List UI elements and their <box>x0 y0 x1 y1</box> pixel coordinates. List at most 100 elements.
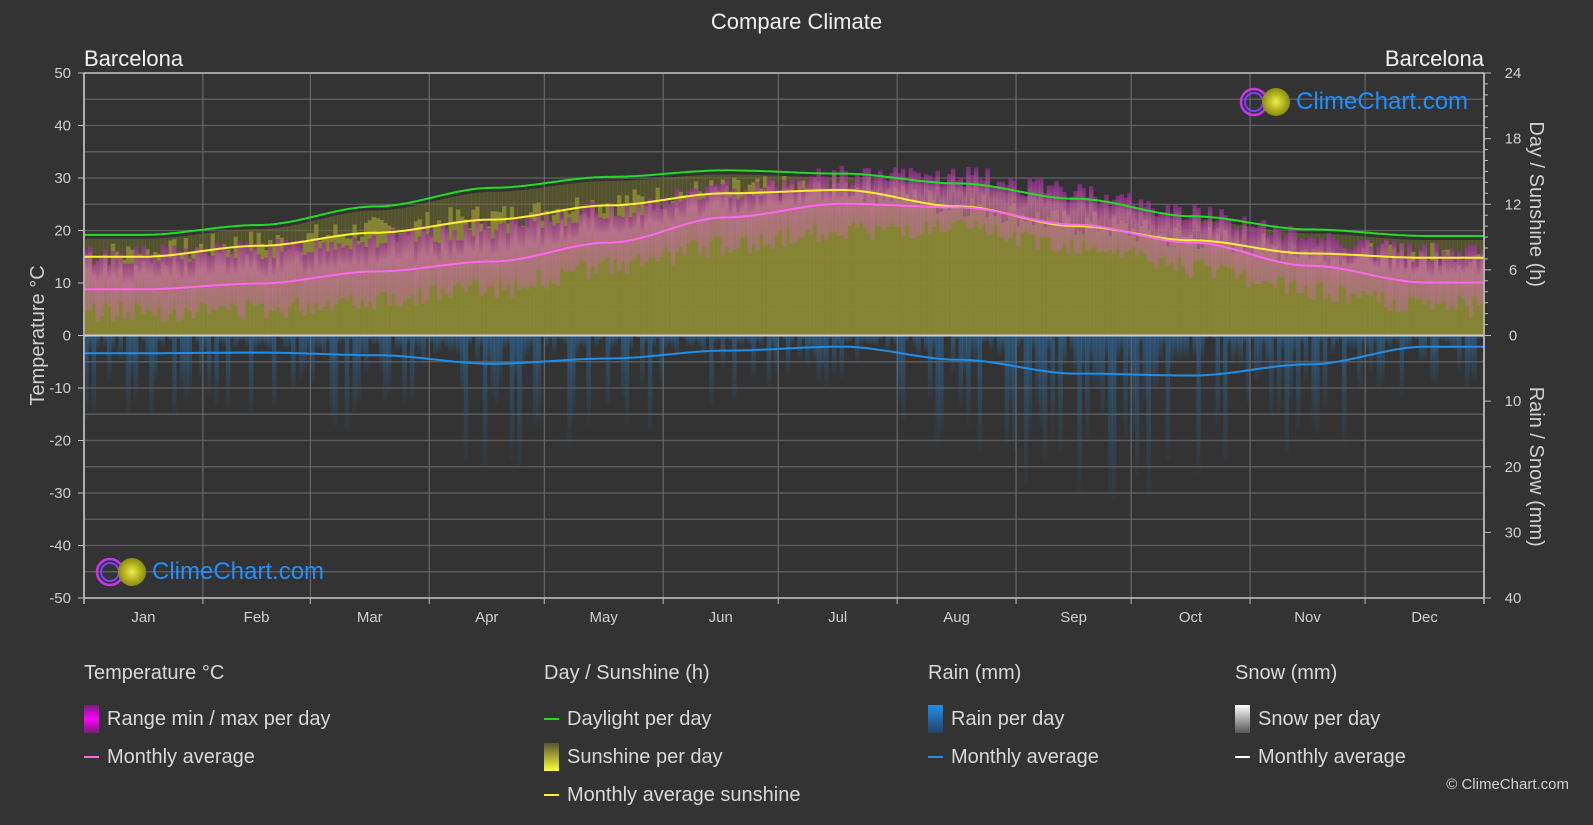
rain-bar <box>1146 335 1151 496</box>
temp-range-bar <box>525 216 530 290</box>
temp-range-bar <box>456 240 461 283</box>
rain-bar <box>667 335 672 346</box>
rain-bar <box>1296 335 1301 431</box>
temp-range-bar <box>567 217 572 272</box>
temp-range-bar <box>701 198 706 247</box>
rain-bar <box>1280 335 1286 350</box>
temp-range-bar <box>1411 262 1416 298</box>
rain-bar <box>1376 335 1382 388</box>
temp-range-bar <box>854 173 860 228</box>
rain-bar <box>306 335 311 350</box>
rain-bar <box>494 335 499 407</box>
temp-range-bar <box>1031 181 1036 235</box>
temp-range-bar <box>1192 203 1197 262</box>
rain-bar <box>452 335 457 351</box>
logo-text: ClimeChart.com <box>152 558 325 585</box>
temp-range-bar <box>747 193 752 254</box>
rain-bar <box>1150 335 1155 389</box>
rain-bar <box>1238 335 1243 367</box>
rain-bar <box>1200 335 1205 358</box>
rain-bar <box>509 335 515 462</box>
rain-bar <box>1253 335 1259 381</box>
rain-bar <box>720 335 726 369</box>
rain-bar <box>1265 335 1270 372</box>
temp-range-bar <box>164 246 169 322</box>
temp-range-bar <box>889 172 894 224</box>
temp-range-bar <box>751 195 756 244</box>
rain-bar <box>475 335 480 363</box>
rain-bar <box>613 335 618 346</box>
logo-top[interactable]: ClimeChart.com <box>1238 86 1468 118</box>
right-tick-label: 20 <box>1505 459 1522 476</box>
rain-bar <box>1042 335 1048 461</box>
temp-range-bar <box>1372 254 1378 291</box>
legend-temperature: Temperature °C Range min / max per day M… <box>84 662 330 776</box>
temp-range-bar <box>1062 191 1067 244</box>
temp-range-bar <box>528 218 534 286</box>
temp-range-bar <box>1111 200 1117 255</box>
rain-bar <box>843 335 848 344</box>
temp-range-bar <box>1276 229 1282 277</box>
rain-bar <box>183 335 189 402</box>
temp-range-bar <box>1134 207 1140 257</box>
temp-range-bar <box>812 176 818 225</box>
rain-bar <box>1192 335 1197 356</box>
sunshine-bar <box>1023 221 1029 336</box>
temp-range-bar <box>294 240 300 298</box>
rain-bar <box>387 335 392 393</box>
rain-bar <box>1345 335 1351 348</box>
temp-range-bar <box>191 258 196 319</box>
rain-bar <box>1131 335 1136 434</box>
temp-range-bar <box>1330 236 1336 302</box>
sunshine-bar <box>1031 224 1036 336</box>
temp-range-bar <box>268 246 273 311</box>
temp-range-bar <box>118 252 123 302</box>
temp-range-bar <box>693 188 699 242</box>
temp-range-bar <box>559 212 565 269</box>
temp-range-bar <box>540 227 545 286</box>
logo-bottom[interactable]: ClimeChart.com <box>94 556 324 588</box>
rain-bar <box>728 335 733 343</box>
rain-bar <box>563 335 568 344</box>
city-label-left: Barcelona <box>84 46 184 71</box>
temp-range-bar <box>287 243 292 307</box>
copyright[interactable]: © ClimeChart.com <box>1446 776 1569 793</box>
temp-range-bar <box>782 179 787 247</box>
left-tick-label: 30 <box>54 170 71 187</box>
temp-range-bar <box>1388 255 1393 311</box>
rain-bar <box>697 335 703 348</box>
rain-bar <box>1269 335 1274 419</box>
temp-range-bar <box>1345 248 1351 305</box>
temp-range-bar <box>632 212 637 260</box>
temp-range-bar <box>766 178 772 244</box>
rain-bar <box>935 335 940 448</box>
temp-range-bar <box>137 257 143 306</box>
left-tick-label: 50 <box>54 65 71 82</box>
temp-range-bar <box>1307 236 1312 299</box>
temp-range-bar <box>298 243 304 312</box>
rain-bar <box>1058 335 1063 455</box>
sunshine-bar <box>1000 222 1006 336</box>
temp-range-bar <box>954 180 960 222</box>
rain-bar <box>1165 335 1171 462</box>
temp-range-bar <box>1357 239 1362 298</box>
legend-label: Sunshine per day <box>567 745 723 768</box>
temp-range-bar <box>199 251 204 302</box>
temp-range-bar <box>1054 180 1059 253</box>
temp-range-bar <box>513 217 519 280</box>
legend-label: Monthly average <box>1258 745 1406 768</box>
rain-bar <box>206 335 212 397</box>
legend-item-sunshine: Sunshine per day <box>544 738 800 776</box>
rain-bar <box>394 335 400 350</box>
sunshine-bar <box>973 206 979 336</box>
rain-bar <box>1154 335 1159 388</box>
rain-bar <box>333 335 338 427</box>
rain-bar <box>118 335 123 360</box>
climechart-logo-icon <box>1239 87 1290 117</box>
rain-bar <box>103 335 108 347</box>
rain-bar <box>989 335 994 350</box>
temp-range-bar <box>402 230 407 302</box>
rain-bar <box>893 335 898 346</box>
rain-bar <box>594 335 599 346</box>
logo-text: ClimeChart.com <box>1296 88 1469 115</box>
